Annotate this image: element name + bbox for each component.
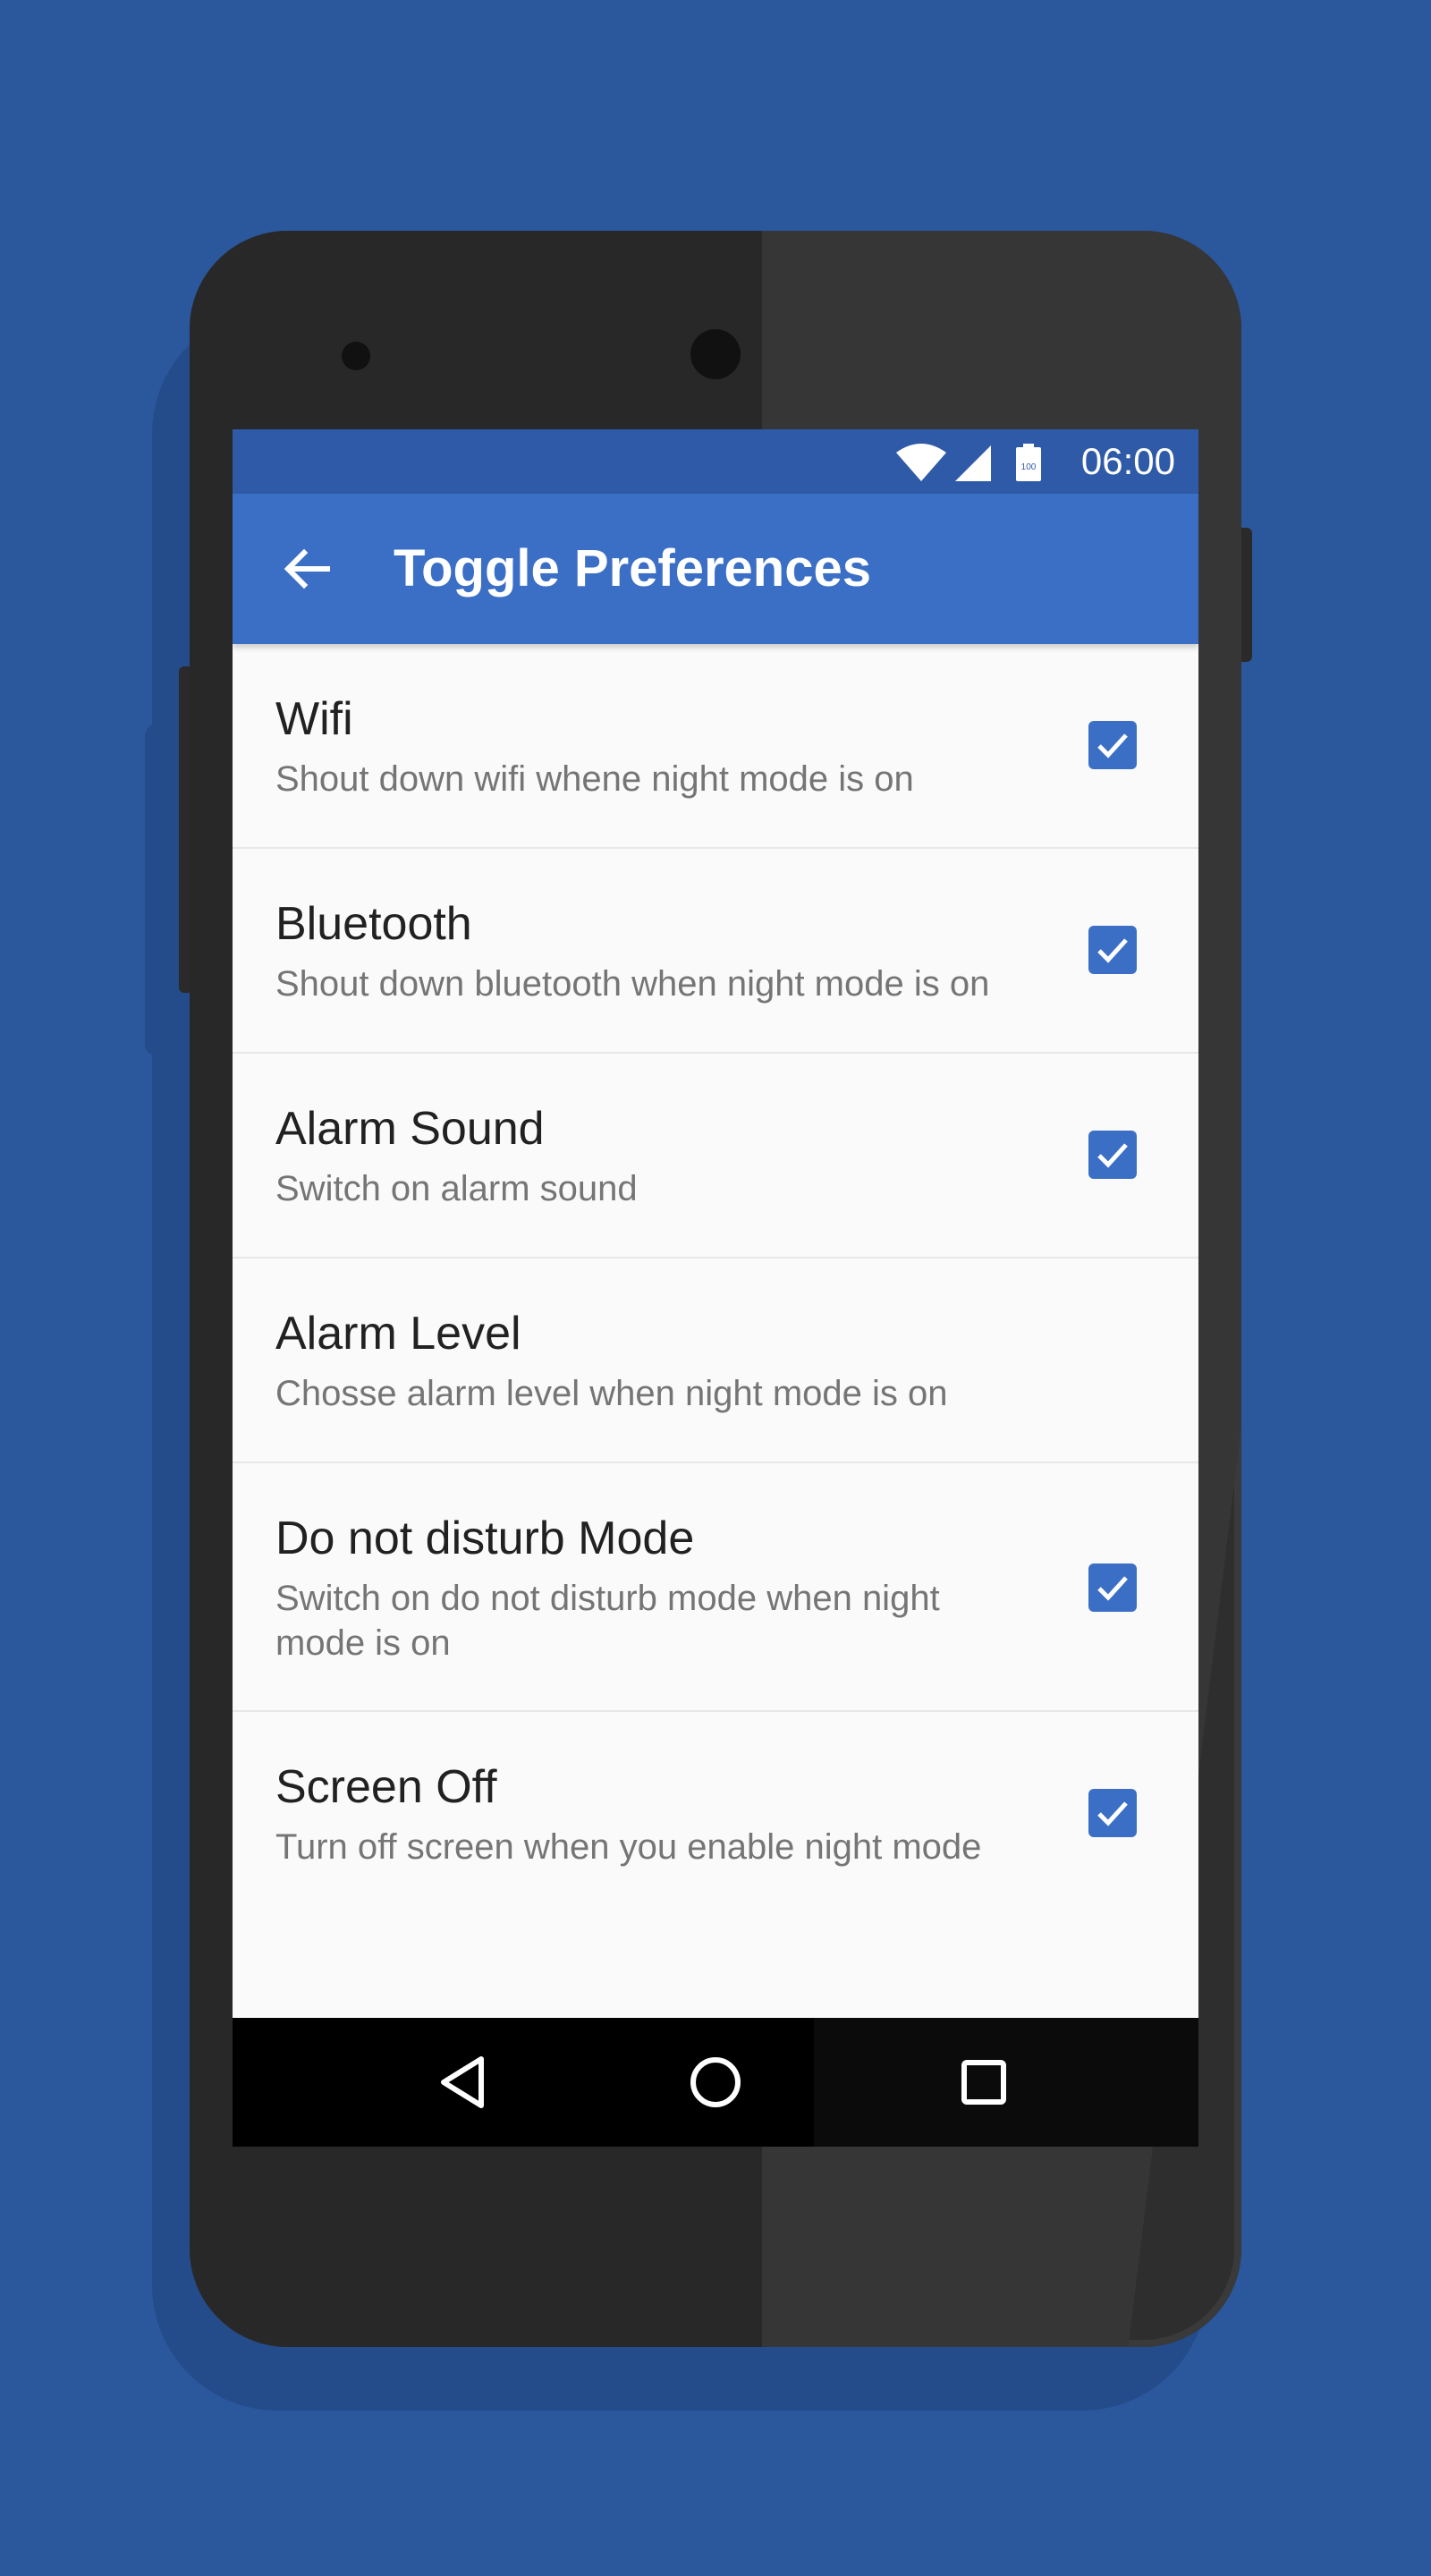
wifi-icon: [896, 444, 946, 481]
navigation-bar: [233, 2018, 1198, 2147]
front-camera: [690, 329, 741, 379]
back-triangle-icon[interactable]: [429, 2046, 501, 2118]
status-bar: 100 06:00: [233, 429, 1198, 494]
preference-subtitle: Shout down bluetooth when night mode is …: [275, 964, 990, 1004]
preference-title: Bluetooth: [275, 898, 472, 950]
signal-icon: [955, 445, 991, 481]
preference-title: Alarm Level: [275, 1308, 521, 1360]
check-icon: [1097, 733, 1128, 758]
preference-subtitle: Shout down wifi whene night mode is on: [275, 759, 914, 799]
preference-title: Do not disturb Mode: [275, 1513, 695, 1564]
preference-list: Wifi Shout down wifi whene night mode is…: [233, 644, 1198, 1917]
screen: 100 06:00 Toggle Preferences Wifi Shout …: [233, 429, 1198, 2147]
app-bar: Toggle Preferences: [233, 494, 1198, 644]
status-icons: 100: [896, 444, 1041, 481]
home-circle-icon[interactable]: [680, 2046, 751, 2118]
preference-subtitle: Switch on alarm sound: [275, 1169, 638, 1208]
recents-square-icon[interactable]: [948, 2046, 1020, 2118]
do-not-disturb-checkbox[interactable]: [1088, 1563, 1137, 1612]
battery-icon: 100: [1016, 444, 1041, 481]
preference-alarm-sound[interactable]: Alarm Sound Switch on alarm sound: [233, 1054, 1198, 1258]
bluetooth-checkbox[interactable]: [1088, 926, 1137, 974]
preference-screen-off[interactable]: Screen Off Turn off screen when you enab…: [233, 1712, 1198, 1917]
preference-title: Wifi: [275, 693, 353, 745]
preference-subtitle: Turn off screen when you enable night mo…: [275, 1827, 982, 1867]
arrow-left-icon[interactable]: [281, 542, 334, 596]
preference-do-not-disturb[interactable]: Do not disturb Mode Switch on do not dis…: [233, 1463, 1198, 1712]
wifi-checkbox[interactable]: [1088, 721, 1137, 769]
preference-subtitle: Switch on do not disturb mode when night…: [275, 1579, 940, 1663]
screen-off-checkbox[interactable]: [1088, 1789, 1137, 1837]
page-title: Toggle Preferences: [394, 539, 872, 597]
sensor-dot: [342, 342, 370, 370]
preference-bluetooth[interactable]: Bluetooth Shout down bluetooth when nigh…: [233, 849, 1198, 1054]
preference-title: Screen Off: [275, 1761, 497, 1813]
preference-wifi[interactable]: Wifi Shout down wifi whene night mode is…: [233, 644, 1198, 849]
check-icon: [1097, 1143, 1128, 1168]
preference-alarm-level[interactable]: Alarm Level Chosse alarm level when nigh…: [233, 1258, 1198, 1463]
status-time: 06:00: [1080, 440, 1175, 482]
phone-side-shadow: [145, 724, 181, 1055]
battery-label: 100: [1021, 462, 1037, 472]
preference-subtitle: Chosse alarm level when night mode is on: [275, 1374, 948, 1413]
alarm-sound-checkbox[interactable]: [1088, 1131, 1137, 1179]
check-icon: [1097, 1576, 1128, 1601]
preference-title: Alarm Sound: [275, 1103, 545, 1155]
check-icon: [1097, 938, 1128, 963]
check-icon: [1097, 1801, 1128, 1826]
